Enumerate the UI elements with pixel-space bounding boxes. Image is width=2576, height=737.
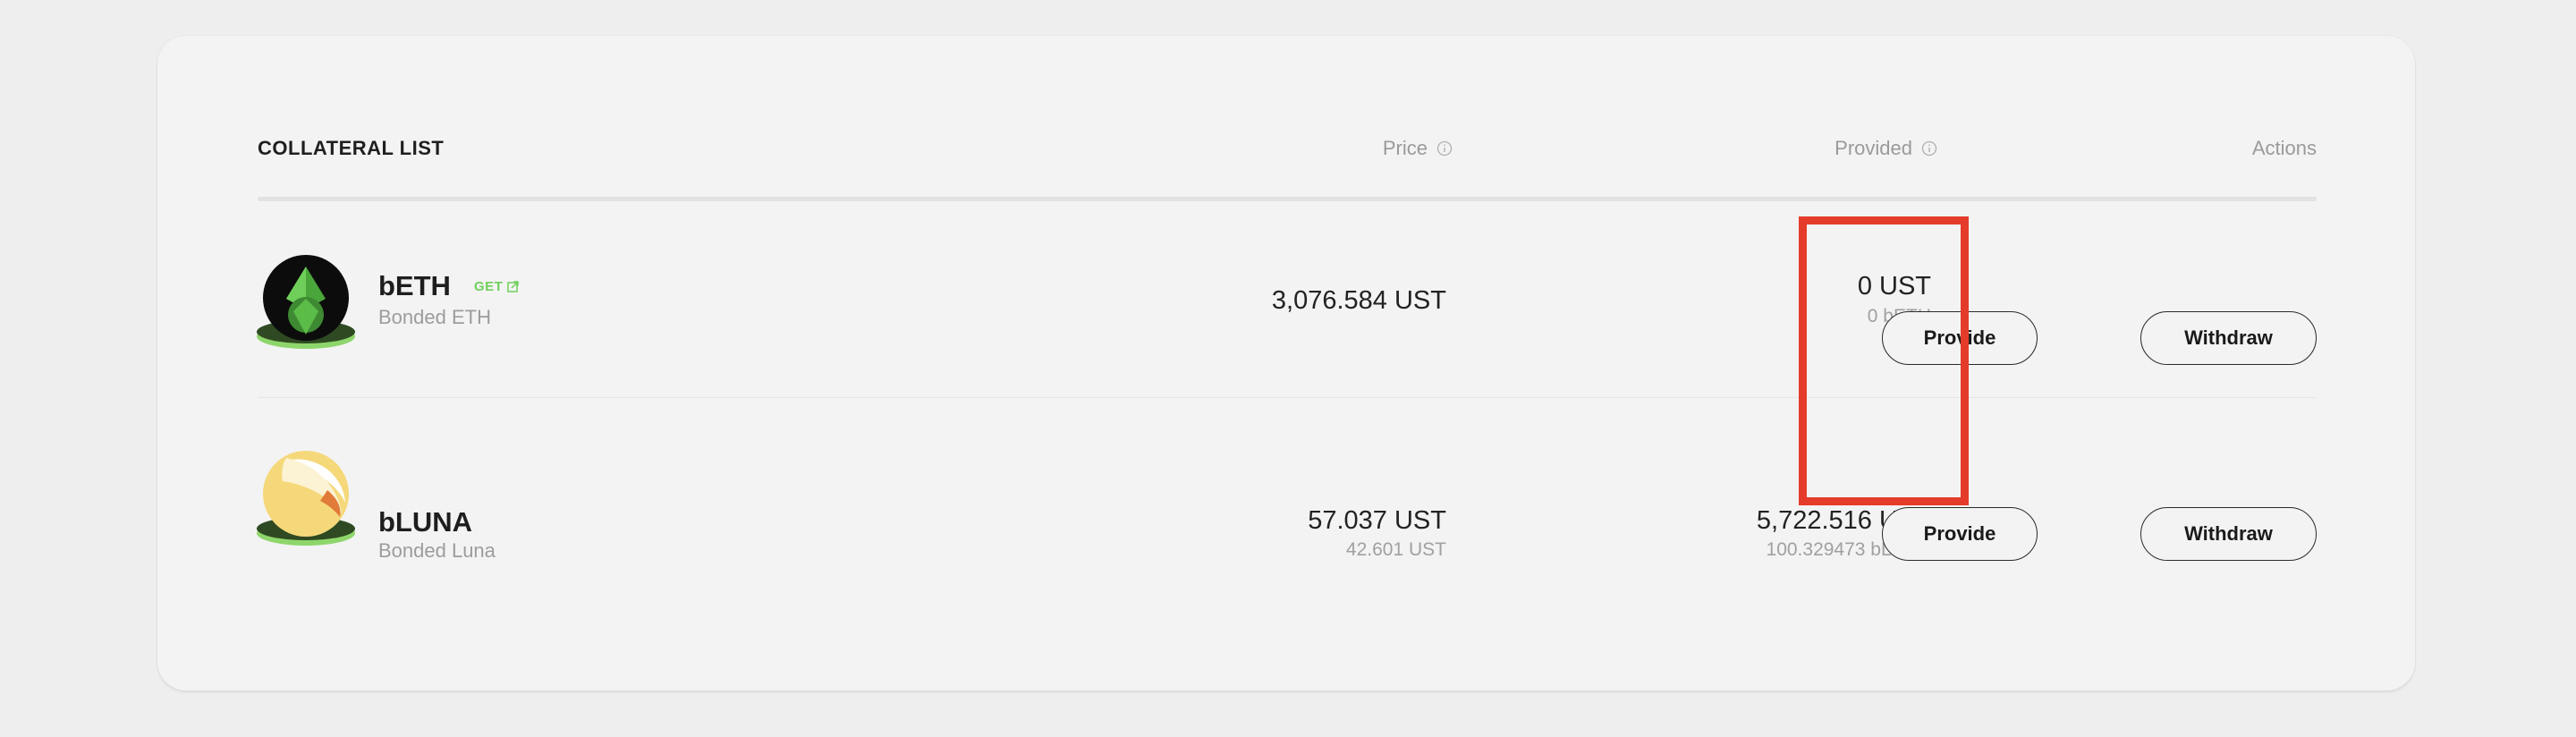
beth-token-icon	[257, 255, 355, 349]
token-symbol: bETH	[378, 270, 451, 301]
withdraw-button[interactable]: Withdraw	[2140, 311, 2317, 365]
price-column-header: Price	[1383, 137, 1453, 160]
provided-header-label: Provided	[1835, 137, 1912, 159]
token-symbol: bLUNA	[378, 506, 473, 538]
beth-title-group: bETH GET	[378, 270, 520, 302]
collateral-list-card: COLLATERAL LIST Price Provided Actions b…	[157, 36, 2415, 690]
price-value: 57.037 UST	[1308, 506, 1446, 535]
provided-value: 0 UST	[1857, 272, 1931, 301]
actions-header-label: Actions	[2251, 137, 2317, 159]
price-header-label: Price	[1382, 137, 1428, 159]
token-name: Bonded ETH	[378, 306, 491, 328]
row-divider	[258, 397, 2317, 398]
token-name: Bonded Luna	[378, 539, 496, 562]
provide-button[interactable]: Provide	[1882, 507, 2038, 561]
collateral-list-title: COLLATERAL LIST	[258, 137, 445, 159]
actions-column-header: Actions	[2252, 137, 2317, 160]
provided-column-header: Provided	[1835, 137, 1937, 160]
price-sub-value: 42.601 UST	[1345, 539, 1446, 560]
provide-button[interactable]: Provide	[1882, 311, 2038, 365]
get-link[interactable]: GET	[473, 278, 520, 294]
bluna-token-icon	[257, 451, 355, 546]
info-icon[interactable]	[1436, 140, 1453, 157]
header-divider	[258, 197, 2317, 201]
info-icon[interactable]	[1921, 140, 1937, 157]
get-label: GET	[473, 278, 504, 294]
price-value: 3,076.584 UST	[1271, 286, 1446, 315]
external-link-icon	[507, 280, 520, 292]
withdraw-button[interactable]: Withdraw	[2140, 507, 2317, 561]
